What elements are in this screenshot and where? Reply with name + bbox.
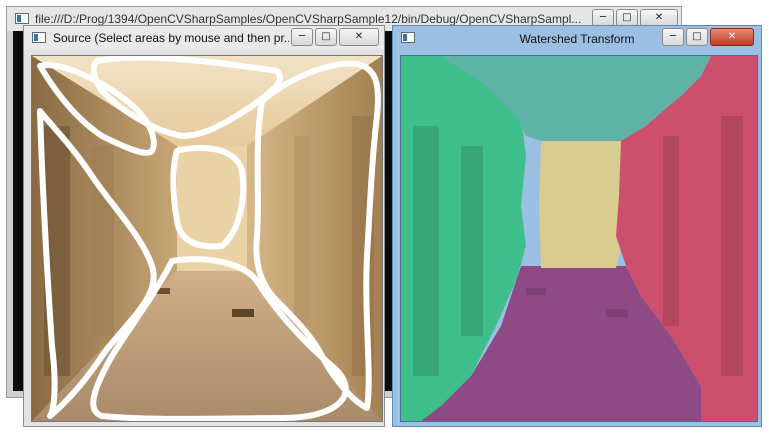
source-close-button[interactable]: ✕	[339, 28, 379, 46]
watershed-result-canvas[interactable]	[400, 55, 758, 422]
console-app-icon	[15, 13, 29, 24]
floor-mat-shadow	[606, 309, 628, 317]
source-window-title: Source (Select areas by mouse and then p…	[53, 31, 289, 45]
segment-end-wall	[539, 141, 623, 268]
door-shadow	[461, 146, 483, 336]
watershed-close-button[interactable]: ✕	[710, 28, 754, 46]
source-window: Source (Select areas by mouse and then p…	[23, 25, 385, 427]
console-window-title: file:///D:/Prog/1394/OpenCVSharpSamples/…	[35, 12, 582, 26]
hallway-photo	[32, 56, 382, 421]
watershed-minimize-button[interactable]: ─	[662, 28, 684, 46]
source-image-canvas[interactable]	[31, 55, 383, 422]
watershed-window: Watershed Transform ─ □ ✕	[392, 25, 762, 427]
door-shadow	[413, 126, 439, 376]
door-shadow	[721, 116, 743, 376]
source-minimize-button[interactable]: ─	[291, 28, 313, 46]
door-shadow	[663, 136, 679, 326]
source-titlebar[interactable]: Source (Select areas by mouse and then p…	[24, 26, 384, 50]
watershed-titlebar[interactable]: Watershed Transform ─ □ ✕	[393, 26, 761, 50]
source-app-icon	[32, 32, 46, 43]
watershed-segmentation	[401, 56, 757, 421]
source-maximize-button[interactable]: □	[315, 28, 337, 46]
watershed-maximize-button[interactable]: □	[686, 28, 708, 46]
floor-mat-shadow	[526, 288, 546, 295]
